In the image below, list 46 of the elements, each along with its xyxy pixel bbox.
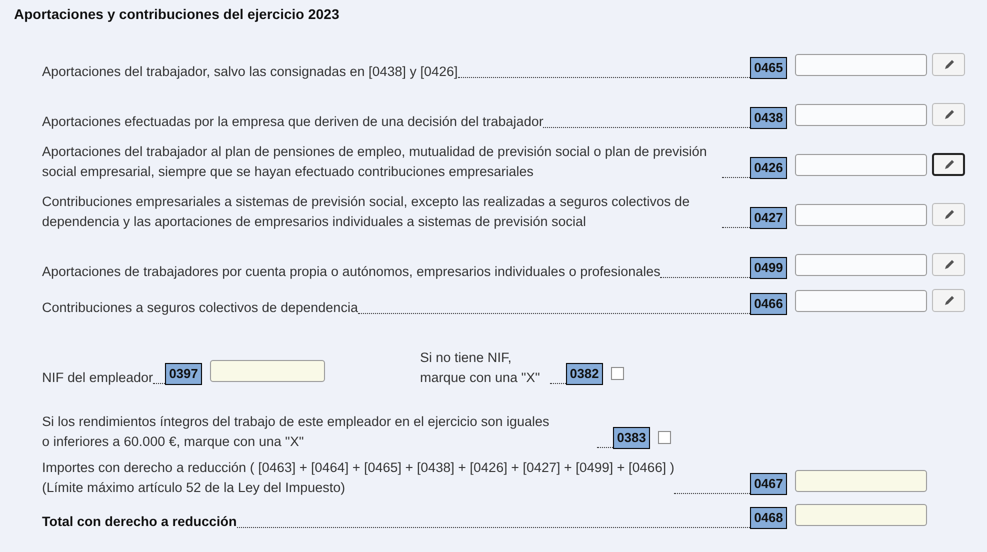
edit-button[interactable] xyxy=(932,253,965,276)
box-code: 0397 xyxy=(165,363,202,385)
pencil-icon xyxy=(942,58,954,70)
box-code: 0467 xyxy=(750,473,787,495)
section-title: Aportaciones y contribuciones del ejercicio 2023 xyxy=(14,6,340,24)
total-field[interactable] xyxy=(795,504,927,526)
box-code: 0468 xyxy=(750,507,787,529)
amount-field[interactable] xyxy=(795,254,927,276)
pencil-icon xyxy=(942,208,954,220)
box-code: 0382 xyxy=(566,363,603,385)
pencil-icon xyxy=(942,258,954,270)
field-label: Aportaciones efectuadas por la empresa que deriven de una decisión del trabajador xyxy=(42,113,544,131)
box-code: 0466 xyxy=(750,293,787,315)
field-label: Aportaciones del trabajador, salvo las consignadas en [0438] y [0426] xyxy=(42,63,458,81)
nif-field[interactable] xyxy=(210,360,325,382)
checkbox[interactable] xyxy=(658,431,671,444)
amount-field[interactable] xyxy=(795,104,927,126)
edit-button[interactable] xyxy=(932,153,965,176)
box-code: 0426 xyxy=(750,157,787,179)
field-label: Si no tiene NIF, marque con una "X" xyxy=(420,349,540,387)
amount-field[interactable] xyxy=(795,204,927,226)
edit-button[interactable] xyxy=(932,203,965,226)
box-code: 0438 xyxy=(750,107,787,129)
edit-button[interactable] xyxy=(932,289,965,312)
box-code: 0383 xyxy=(613,427,650,449)
field-label: NIF del empleador xyxy=(42,369,154,387)
box-code: 0427 xyxy=(750,207,787,229)
field-label: Aportaciones del trabajador al plan de pensiones de empleo, mutualidad de previsión social o plan de previsión social empresarial, siempre que se hayan efectuado contribuciones empresariales xyxy=(42,143,708,181)
box-code: 0499 xyxy=(750,257,787,279)
field-label: Importes con derecho a reducción ( [0463] + [0464] + [0465] + [0438] + [0426] + [0427] + [0499] + [0466] ) (Límite máximo artículo 52 de la Ley del Impuesto) xyxy=(42,459,674,497)
field-label: Aportaciones de trabajadores por cuenta propia o autónomos, empresarios individuales o profesionales xyxy=(42,263,660,281)
pencil-icon xyxy=(942,294,954,306)
checkbox[interactable] xyxy=(610,367,624,380)
amount-field[interactable] xyxy=(795,290,927,312)
field-label: Contribuciones empresariales a sistemas de previsión social, excepto las realizadas a seguros colectivos de dependencia y las aportaciones de empresarios individuales a sistemas de previsión social xyxy=(42,193,691,231)
edit-button[interactable] xyxy=(932,53,965,76)
edit-button[interactable] xyxy=(932,103,965,126)
field-label: Si los rendimientos íntegros del trabajo de este empleador en el ejercicio son iguales o inferiores a 60.000 €, marque con una "X" xyxy=(42,414,550,449)
total-field[interactable] xyxy=(795,470,927,492)
amount-field[interactable] xyxy=(795,54,927,76)
pencil-icon xyxy=(942,108,954,120)
amount-field[interactable] xyxy=(795,154,927,176)
field-label: Total con derecho a reducción xyxy=(42,513,237,531)
box-code: 0465 xyxy=(750,57,787,79)
field-label: Contribuciones a seguros colectivos de dependencia xyxy=(42,299,358,317)
pencil-icon xyxy=(942,158,954,170)
